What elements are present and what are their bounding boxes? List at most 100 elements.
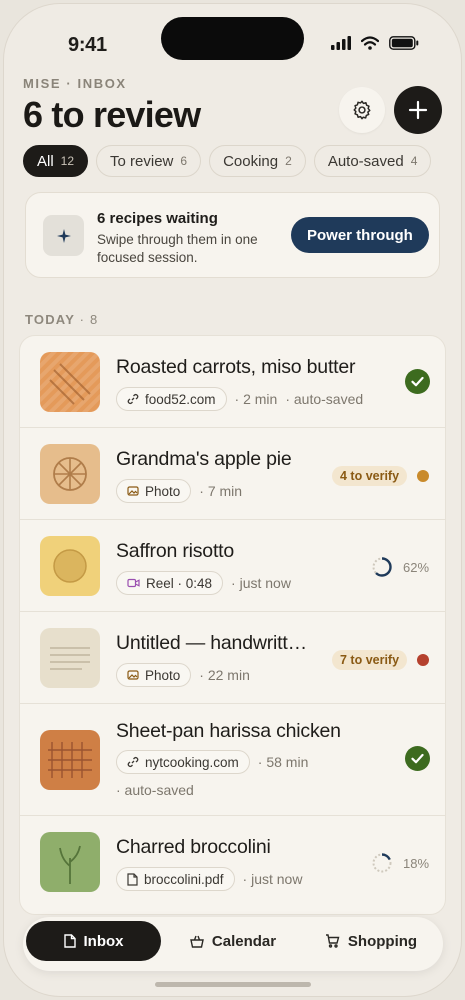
tab-inbox[interactable]: Inbox — [26, 921, 161, 961]
power-through-button[interactable]: Power through — [291, 217, 429, 253]
tab-label: Calendar — [211, 932, 277, 950]
source-label: broccolini.pdf — [144, 871, 224, 887]
link-icon — [127, 756, 139, 768]
status-saved — [405, 369, 430, 394]
link-icon — [127, 393, 139, 405]
app-screen: 9:41 MISE · INBOX 6 to review All 12 To … — [4, 4, 461, 996]
recipe-extra: · auto-saved — [116, 782, 194, 798]
tab-shopping[interactable]: Shopping — [306, 921, 436, 961]
source-chip[interactable]: nytcooking.com — [116, 750, 250, 774]
list-item[interactable]: Saffron risotto Reel · 0:48 · just now 6… — [20, 520, 445, 612]
recipe-thumbnail — [40, 832, 100, 892]
source-label: nytcooking.com — [145, 754, 239, 770]
review-banner: 6 recipes waiting Swipe through them in … — [25, 192, 440, 278]
status-progress: 62% — [371, 556, 429, 578]
progress-label: 62% — [403, 559, 430, 575]
source-chip[interactable]: Photo — [116, 663, 192, 687]
section-count: · 8 — [79, 312, 99, 327]
status-saved — [405, 746, 430, 771]
chip-label: Cooking — [223, 152, 279, 170]
wifi-icon — [361, 36, 379, 50]
tab-label: Shopping — [347, 932, 418, 950]
plus-icon — [408, 100, 428, 120]
sparkle-icon — [43, 215, 84, 256]
filter-chips: All 12 To review 6 Cooking 2 Auto-saved … — [23, 145, 432, 177]
battery-icon — [389, 36, 419, 50]
cart-icon — [325, 934, 340, 948]
check-circle-icon — [405, 369, 430, 394]
filter-chip-cooking[interactable]: Cooking 2 — [209, 145, 306, 177]
chip-label: To review — [110, 152, 174, 170]
source-chip[interactable]: food52.com — [116, 387, 227, 411]
filter-chip-auto-saved[interactable]: Auto-saved 4 — [313, 145, 432, 177]
settings-button[interactable] — [339, 87, 385, 133]
gear-icon — [353, 100, 371, 120]
list-item[interactable]: Roasted carrots, miso butter food52.com … — [20, 336, 445, 428]
chip-count: 6 — [180, 154, 188, 168]
home-indicator — [155, 982, 311, 987]
recipe-time: · 7 min — [199, 483, 243, 499]
recipe-time: · 58 min — [257, 754, 309, 770]
document-icon — [63, 934, 76, 948]
add-recipe-button[interactable] — [394, 86, 442, 134]
recipe-title: Sheet-pan harissa chicken — [116, 720, 341, 742]
recipe-extra: · auto-saved — [285, 391, 364, 407]
status-icons — [331, 36, 419, 50]
breadcrumb: MISE · INBOX — [23, 76, 127, 91]
video-icon — [127, 578, 140, 588]
source-label: food52.com — [145, 391, 216, 407]
source-chip[interactable]: Photo — [116, 479, 192, 503]
chip-count: 4 — [410, 154, 418, 168]
page-title: 6 to review — [23, 94, 201, 135]
list-item[interactable]: Untitled — handwritt… Photo · 22 min 7 t… — [20, 612, 445, 704]
banner-subtitle: Swipe through them in one focused sessio… — [97, 232, 258, 265]
recipe-time: · 22 min — [199, 667, 250, 683]
chip-label: Auto-saved — [327, 152, 404, 170]
section-title: TODAY — [25, 312, 75, 327]
tab-calendar[interactable]: Calendar — [173, 921, 293, 961]
recipe-thumbnail — [40, 628, 100, 688]
recipe-title: Charred broccolini — [116, 836, 271, 858]
list-item[interactable]: Grandma's apple pie Photo · 7 min 4 to v… — [20, 428, 445, 520]
progress-label: 18% — [403, 855, 430, 871]
recipe-time: · just now — [231, 575, 291, 591]
source-label: Photo — [145, 667, 181, 683]
verify-badge: 7 to verify — [332, 650, 408, 670]
progress-ring — [372, 853, 392, 873]
status-verify: 7 to verify — [332, 650, 430, 670]
source-chip[interactable]: broccolini.pdf — [116, 867, 235, 891]
basket-icon — [190, 935, 204, 948]
banner-title: 6 recipes waiting — [97, 210, 218, 227]
recipe-list: Roasted carrots, miso butter food52.com … — [19, 335, 446, 915]
document-icon — [127, 872, 138, 886]
chip-count: 2 — [285, 154, 292, 168]
recipe-title: Roasted carrots, miso butter — [116, 356, 356, 378]
recipe-thumbnail — [40, 536, 100, 596]
photo-icon — [127, 670, 139, 680]
status-verify: 4 to verify — [332, 466, 430, 486]
source-label: Photo — [145, 483, 181, 499]
recipe-thumbnail — [40, 444, 100, 504]
status-progress: 18% — [371, 852, 429, 874]
list-item[interactable]: Charred broccolini broccolini.pdf · just… — [20, 816, 445, 914]
recipe-time: · 2 min — [234, 391, 278, 407]
recipe-title: Saffron risotto — [116, 540, 235, 562]
dynamic-island — [161, 17, 304, 60]
source-chip[interactable]: Reel · 0:48 — [116, 571, 224, 595]
recipe-thumbnail — [40, 352, 100, 412]
list-item[interactable]: Sheet-pan harissa chicken nytcooking.com… — [20, 704, 445, 816]
section-header: TODAY · 8 — [25, 312, 98, 327]
status-time: 9:41 — [68, 34, 107, 56]
verify-badge: 4 to verify — [332, 466, 408, 486]
bottom-tab-bar: Inbox Calendar Shopping — [23, 917, 443, 971]
status-dot — [417, 470, 430, 482]
recipe-thumbnail — [40, 730, 100, 790]
filter-chip-all[interactable]: All 12 — [23, 145, 89, 177]
progress-ring — [372, 557, 392, 577]
status-dot — [417, 654, 430, 666]
check-circle-icon — [405, 746, 430, 771]
recipe-title: Grandma's apple pie — [116, 448, 292, 470]
chip-label: All — [37, 152, 54, 170]
recipe-title: Untitled — handwritt… — [116, 632, 307, 654]
filter-chip-to-review[interactable]: To review 6 — [96, 145, 202, 177]
